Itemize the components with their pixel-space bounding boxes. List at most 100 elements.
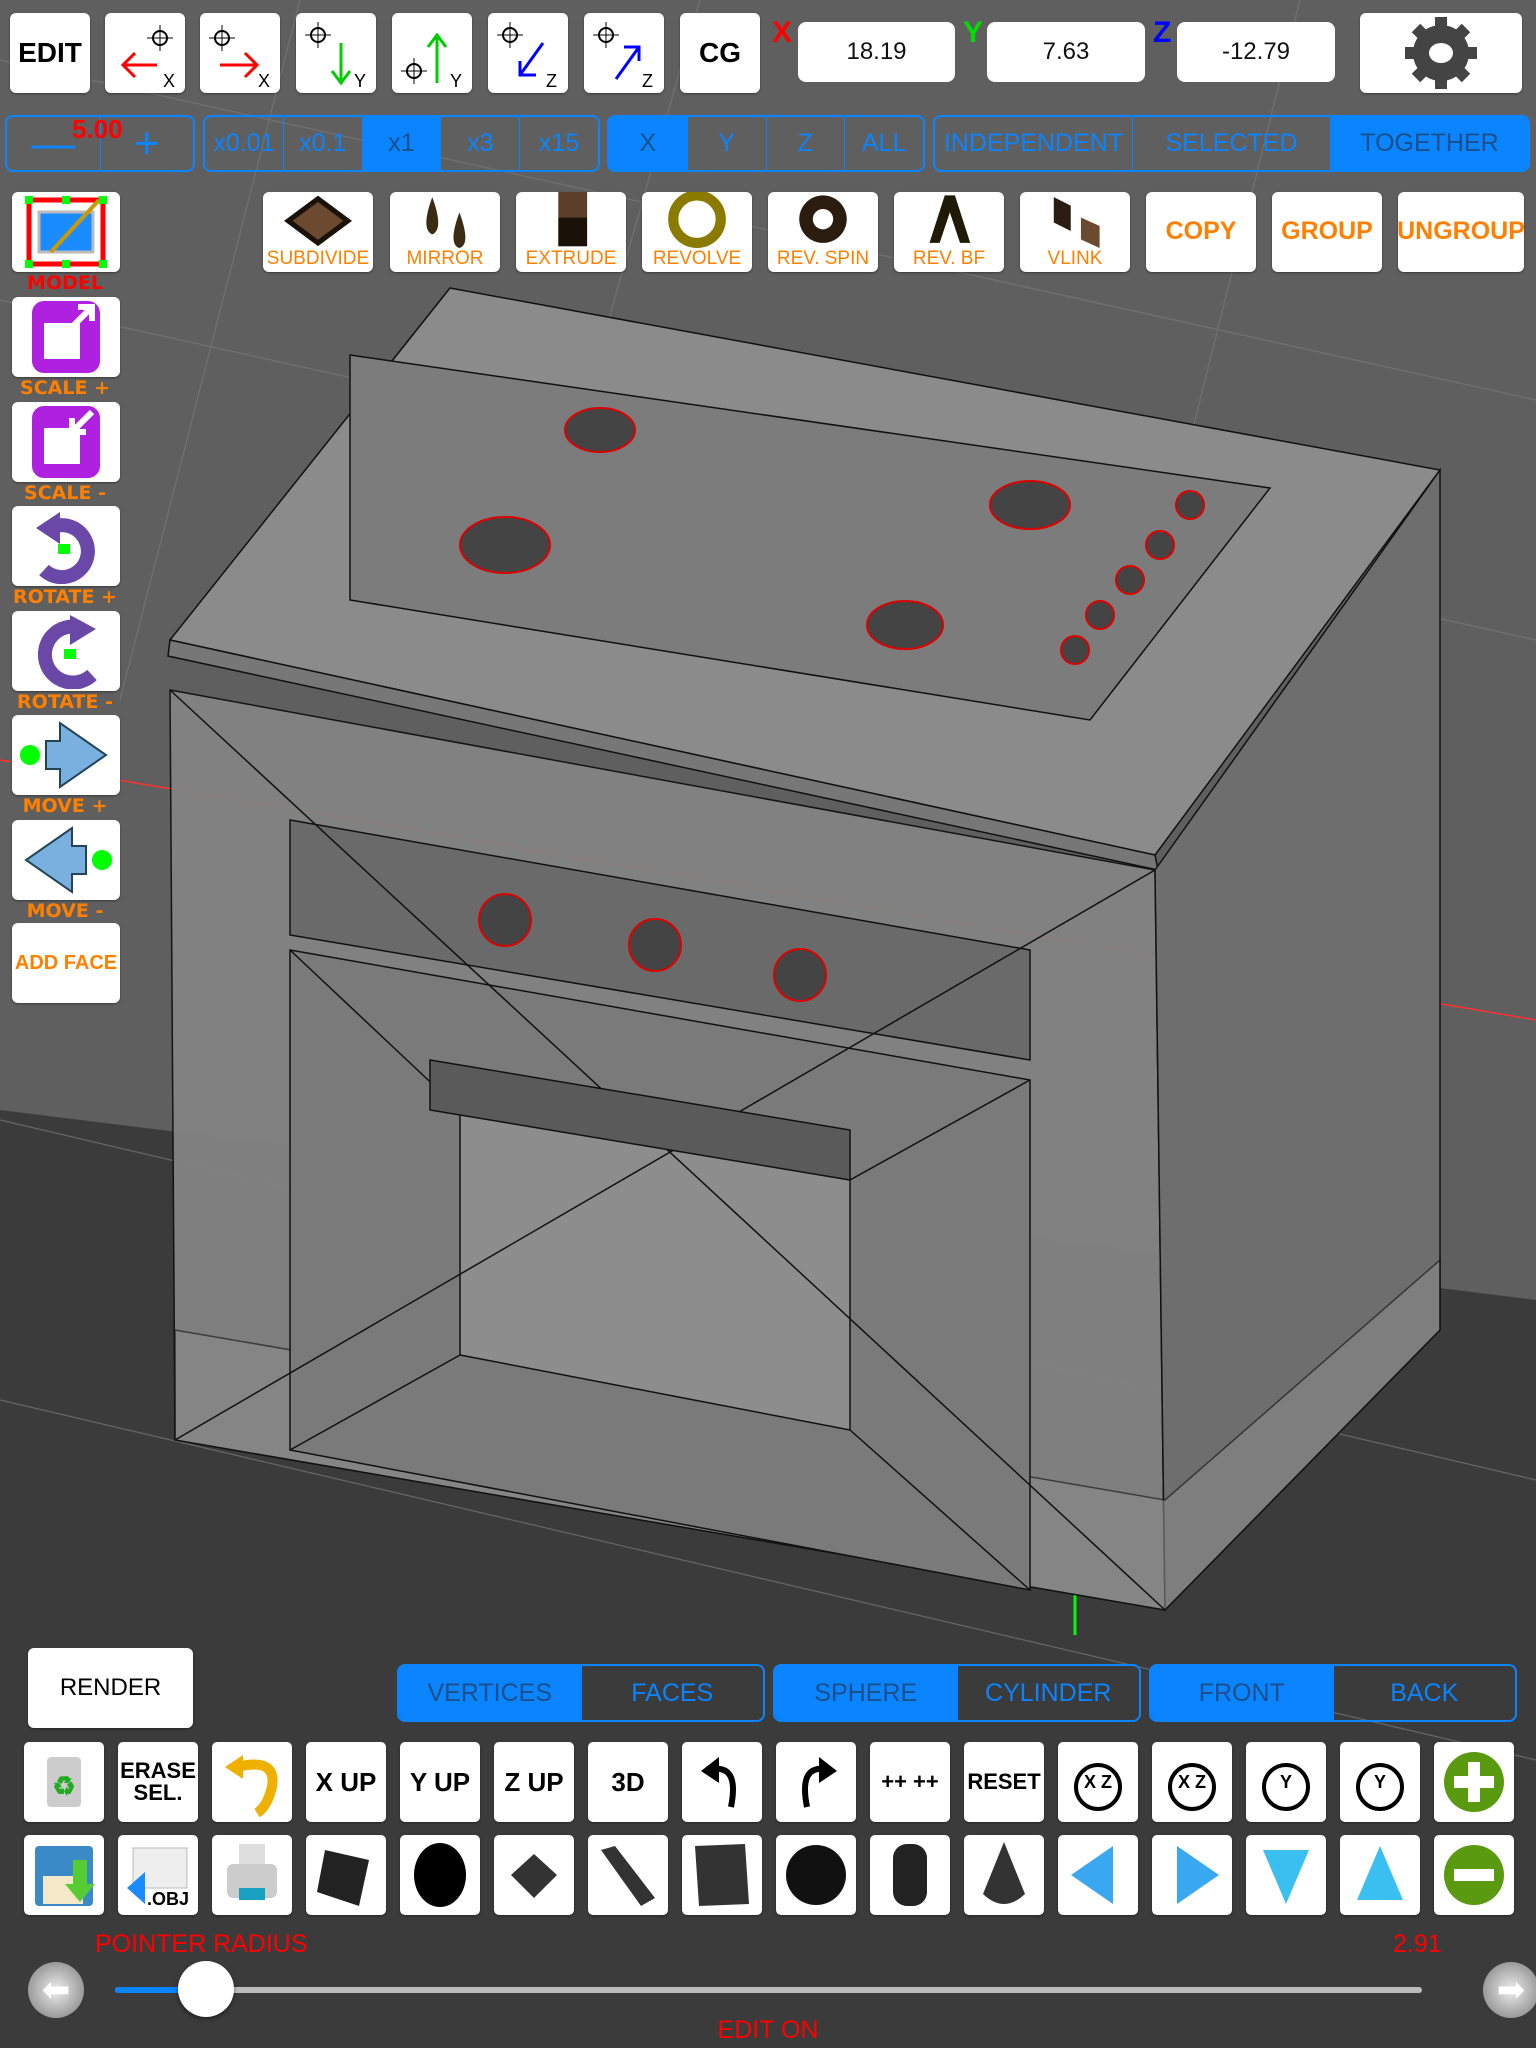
save-button[interactable]: [24, 1835, 104, 1915]
arrow-left-button[interactable]: [1058, 1835, 1138, 1915]
move-z-negative-button[interactable]: Z: [488, 13, 568, 93]
extrude-button[interactable]: EXTRUDE: [516, 192, 626, 272]
arrow-up-button[interactable]: [1340, 1835, 1420, 1915]
print-button[interactable]: [212, 1835, 292, 1915]
model-button[interactable]: [12, 192, 120, 272]
settings-button[interactable]: [1360, 13, 1522, 93]
axis-selector[interactable]: X Y Z ALL: [607, 115, 925, 172]
3d-button[interactable]: 3D: [588, 1742, 668, 1822]
render-button[interactable]: RENDER: [28, 1648, 193, 1728]
rotate-ccw-button[interactable]: [12, 611, 120, 691]
vlink-button[interactable]: VLINK: [1020, 192, 1130, 272]
segment-together[interactable]: TOGETHER: [1330, 117, 1528, 170]
undo-button[interactable]: [682, 1742, 762, 1822]
segment-x[interactable]: X: [609, 117, 687, 170]
mirror-button[interactable]: MIRROR: [390, 192, 500, 272]
rotate-xz-left-button[interactable]: X Z: [1058, 1742, 1138, 1822]
ungroup-button[interactable]: UNGROUP: [1397, 192, 1525, 272]
move-z-positive-button[interactable]: Z: [584, 13, 664, 93]
slider-decrement-button[interactable]: ⬅: [28, 1962, 84, 2018]
segment-selected[interactable]: SELECTED: [1132, 117, 1330, 170]
arrow-right-button[interactable]: [1152, 1835, 1232, 1915]
disc-primitive-button[interactable]: [400, 1835, 480, 1915]
mode-selector[interactable]: INDEPENDENT SELECTED TOGETHER: [933, 115, 1530, 172]
erase-sel-button[interactable]: ERASE SEL.: [118, 1742, 198, 1822]
square-primitive-button[interactable]: [494, 1835, 574, 1915]
group-button[interactable]: GROUP: [1272, 192, 1382, 272]
redo-button[interactable]: [776, 1742, 856, 1822]
cone-primitive-button[interactable]: [964, 1835, 1044, 1915]
move-x-negative-button[interactable]: X: [105, 13, 185, 93]
ramp-primitive-button[interactable]: [588, 1835, 668, 1915]
move-y-positive-button[interactable]: Y: [392, 13, 472, 93]
segment-x0-01[interactable]: x0.01: [205, 117, 283, 170]
multiplier-selector[interactable]: x0.01 x0.1 x1 x3 x15: [203, 115, 600, 172]
move-forward-icon: [20, 721, 108, 789]
add-face-button[interactable]: ADD FACE: [12, 923, 120, 1003]
square-primitive-icon: [511, 1854, 557, 1898]
side-toggle[interactable]: FRONT BACK: [1149, 1664, 1517, 1722]
scale-down-label: SCALE -: [24, 482, 106, 504]
move-forward-button[interactable]: [12, 715, 120, 795]
export-obj-button[interactable]: .OBJ: [118, 1835, 198, 1915]
cg-button[interactable]: CG: [680, 13, 760, 93]
segment-independent[interactable]: INDEPENDENT: [935, 117, 1132, 170]
scale-down-button[interactable]: [12, 402, 120, 482]
recycle-bin-button[interactable]: ♻: [24, 1742, 104, 1822]
revolve-button[interactable]: REVOLVE: [642, 192, 752, 272]
rotate-y-left-button[interactable]: Y: [1246, 1742, 1326, 1822]
y-coord-field[interactable]: 7.63: [987, 22, 1145, 82]
cylinder-primitive-button[interactable]: [870, 1835, 950, 1915]
scale-up-button[interactable]: [12, 297, 120, 377]
segment-x15[interactable]: x15: [519, 117, 598, 170]
segment-front[interactable]: FRONT: [1151, 1666, 1333, 1720]
segment-vertices[interactable]: VERTICES: [399, 1666, 581, 1720]
y-up-button[interactable]: Y UP: [400, 1742, 480, 1822]
-button[interactable]: ++ ++: [870, 1742, 950, 1822]
z-up-button[interactable]: Z UP: [494, 1742, 574, 1822]
segment-y[interactable]: Y: [686, 117, 766, 170]
zoom-out-minus-button[interactable]: [1434, 1835, 1514, 1915]
vlink-icon: [1053, 197, 1100, 248]
redo-icon: [802, 1757, 837, 1808]
selection-mode-toggle[interactable]: VERTICES FACES: [397, 1664, 765, 1722]
copy-button[interactable]: COPY: [1146, 192, 1256, 272]
move-x-positive-button[interactable]: X: [200, 13, 280, 93]
pointer-radius-slider[interactable]: [115, 1961, 1422, 2017]
segment-x3[interactable]: x3: [440, 117, 519, 170]
move-back-button[interactable]: [12, 820, 120, 900]
rotate-cw-button[interactable]: [12, 506, 120, 586]
segment-z[interactable]: Z: [765, 117, 845, 170]
pointer-shape-toggle[interactable]: SPHERE CYLINDER: [773, 1664, 1141, 1722]
button-label: .OBJ: [146, 1889, 189, 1909]
undo-curve-button[interactable]: [212, 1742, 292, 1822]
mirror-icon: [426, 197, 466, 248]
move-y-negative-button[interactable]: Y: [296, 13, 376, 93]
rev-bf-button[interactable]: REV. BF: [894, 192, 1004, 272]
rotate-y-right-button[interactable]: Y: [1340, 1742, 1420, 1822]
zoom-in-plus-button[interactable]: [1434, 1742, 1514, 1822]
z-coord-field[interactable]: -12.79: [1177, 22, 1335, 82]
x-up-button[interactable]: X UP: [306, 1742, 386, 1822]
segment-back[interactable]: BACK: [1332, 1666, 1516, 1720]
slider-increment-button[interactable]: ➡: [1483, 1962, 1536, 2018]
segment-x0-1[interactable]: x0.1: [282, 117, 362, 170]
sphere-primitive-button[interactable]: [776, 1835, 856, 1915]
plane-primitive-button[interactable]: [306, 1835, 386, 1915]
arrow-down-button[interactable]: [1246, 1835, 1326, 1915]
segment-cylinder[interactable]: CYLINDER: [956, 1666, 1140, 1720]
segment-all[interactable]: ALL: [844, 117, 923, 170]
segment-x1[interactable]: x1: [361, 117, 441, 170]
subdivide-button[interactable]: SUBDIVIDE: [263, 192, 373, 272]
segment-sphere[interactable]: SPHERE: [775, 1666, 957, 1720]
pointer-radius-value: 2.91: [1393, 1930, 1442, 1958]
rotate-xz-right-button[interactable]: X Z: [1152, 1742, 1232, 1822]
edit-button[interactable]: EDIT: [10, 13, 90, 93]
undo-icon: [701, 1757, 736, 1808]
reset-button[interactable]: RESET: [964, 1742, 1044, 1822]
segment-faces[interactable]: FACES: [580, 1666, 764, 1720]
x-coord-field[interactable]: 18.19: [798, 22, 955, 82]
rev-spin-button[interactable]: REV. SPIN: [768, 192, 878, 272]
cube-primitive-button[interactable]: [682, 1835, 762, 1915]
3d-viewport[interactable]: [0, 0, 1536, 2048]
